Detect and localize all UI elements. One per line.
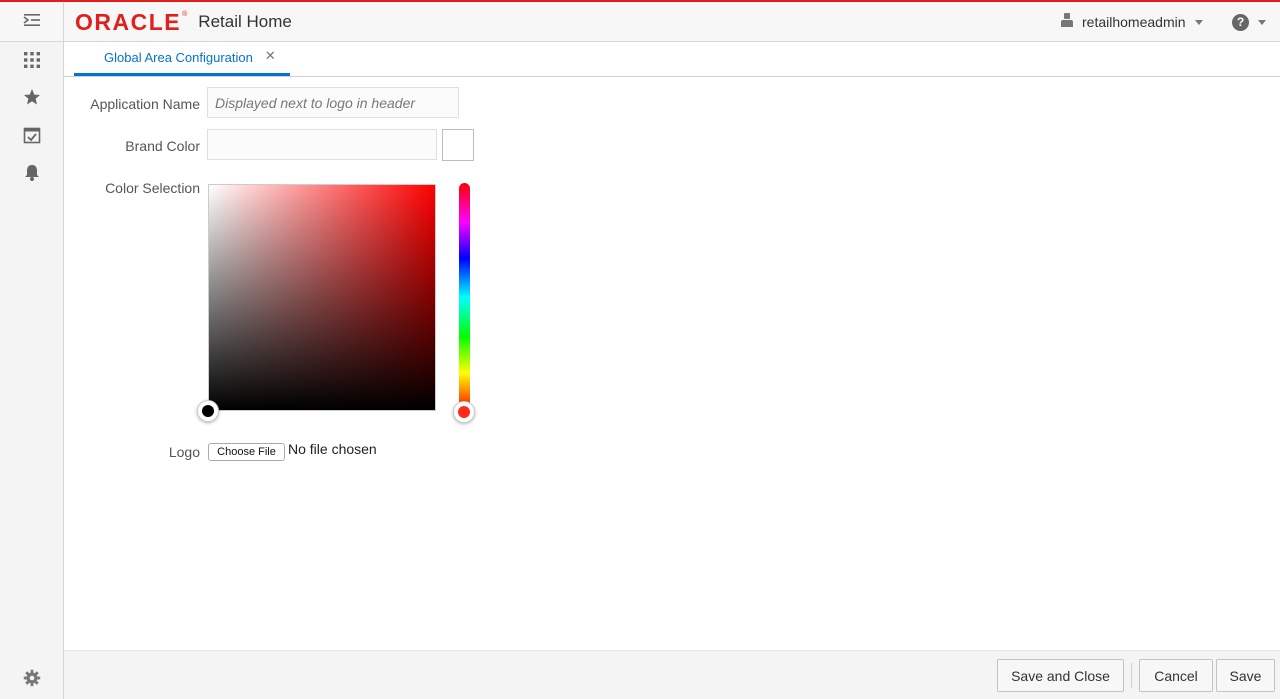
user-icon bbox=[1060, 12, 1074, 33]
brand-color-swatch[interactable] bbox=[442, 129, 474, 161]
tab-bar: Global Area Configuration ✕ bbox=[64, 42, 1280, 77]
help-icon: ? bbox=[1232, 13, 1249, 31]
app-title: Retail Home bbox=[198, 12, 292, 31]
logo-label: Logo bbox=[168, 444, 200, 460]
app-header: ORACLE® Retail Home retailhomeadmin ? bbox=[0, 2, 1280, 42]
chevron-down-icon bbox=[1194, 19, 1203, 25]
application-name-input[interactable] bbox=[207, 87, 459, 118]
navigator-icon bbox=[22, 12, 42, 33]
color-selection-label: Color Selection bbox=[105, 180, 200, 196]
tab-global-area-configuration[interactable]: Global Area Configuration ✕ bbox=[74, 42, 290, 76]
chevron-down-icon bbox=[1258, 19, 1266, 25]
settings-button[interactable] bbox=[20, 668, 44, 692]
saturation-value-handle[interactable] bbox=[197, 400, 219, 422]
saturation-value-picker[interactable] bbox=[208, 184, 436, 411]
brand-color-label: Brand Color bbox=[125, 138, 200, 154]
application-name-label: Application Name bbox=[90, 96, 200, 112]
user-name: retailhomeadmin bbox=[1082, 14, 1186, 30]
handle-color-dot bbox=[458, 406, 470, 418]
user-menu[interactable]: retailhomeadmin bbox=[1060, 2, 1203, 42]
choose-file-button[interactable]: Choose File bbox=[208, 443, 285, 461]
hue-slider-handle[interactable] bbox=[453, 401, 475, 423]
brand-area: ORACLE® Retail Home bbox=[75, 2, 292, 42]
save-button[interactable]: Save bbox=[1216, 659, 1275, 692]
oracle-logo: ORACLE® bbox=[75, 8, 188, 35]
footer-bar: Save and Close Cancel Save bbox=[64, 650, 1280, 699]
apps-button[interactable] bbox=[20, 50, 44, 74]
tab-label: Global Area Configuration bbox=[104, 50, 253, 65]
help-menu[interactable]: ? bbox=[1232, 2, 1266, 42]
settings-gear-icon bbox=[23, 669, 41, 692]
close-icon[interactable]: ✕ bbox=[265, 48, 276, 64]
footer-divider bbox=[1131, 663, 1132, 688]
handle-color-dot bbox=[202, 405, 214, 417]
cancel-button[interactable]: Cancel bbox=[1139, 659, 1213, 692]
hue-slider[interactable] bbox=[459, 183, 470, 412]
navigator-toggle-button[interactable] bbox=[0, 2, 64, 42]
apps-grid-icon bbox=[23, 51, 41, 74]
file-status-text: No file chosen bbox=[288, 441, 377, 457]
save-and-close-button[interactable]: Save and Close bbox=[997, 659, 1124, 692]
brand-color-input[interactable] bbox=[207, 129, 437, 160]
